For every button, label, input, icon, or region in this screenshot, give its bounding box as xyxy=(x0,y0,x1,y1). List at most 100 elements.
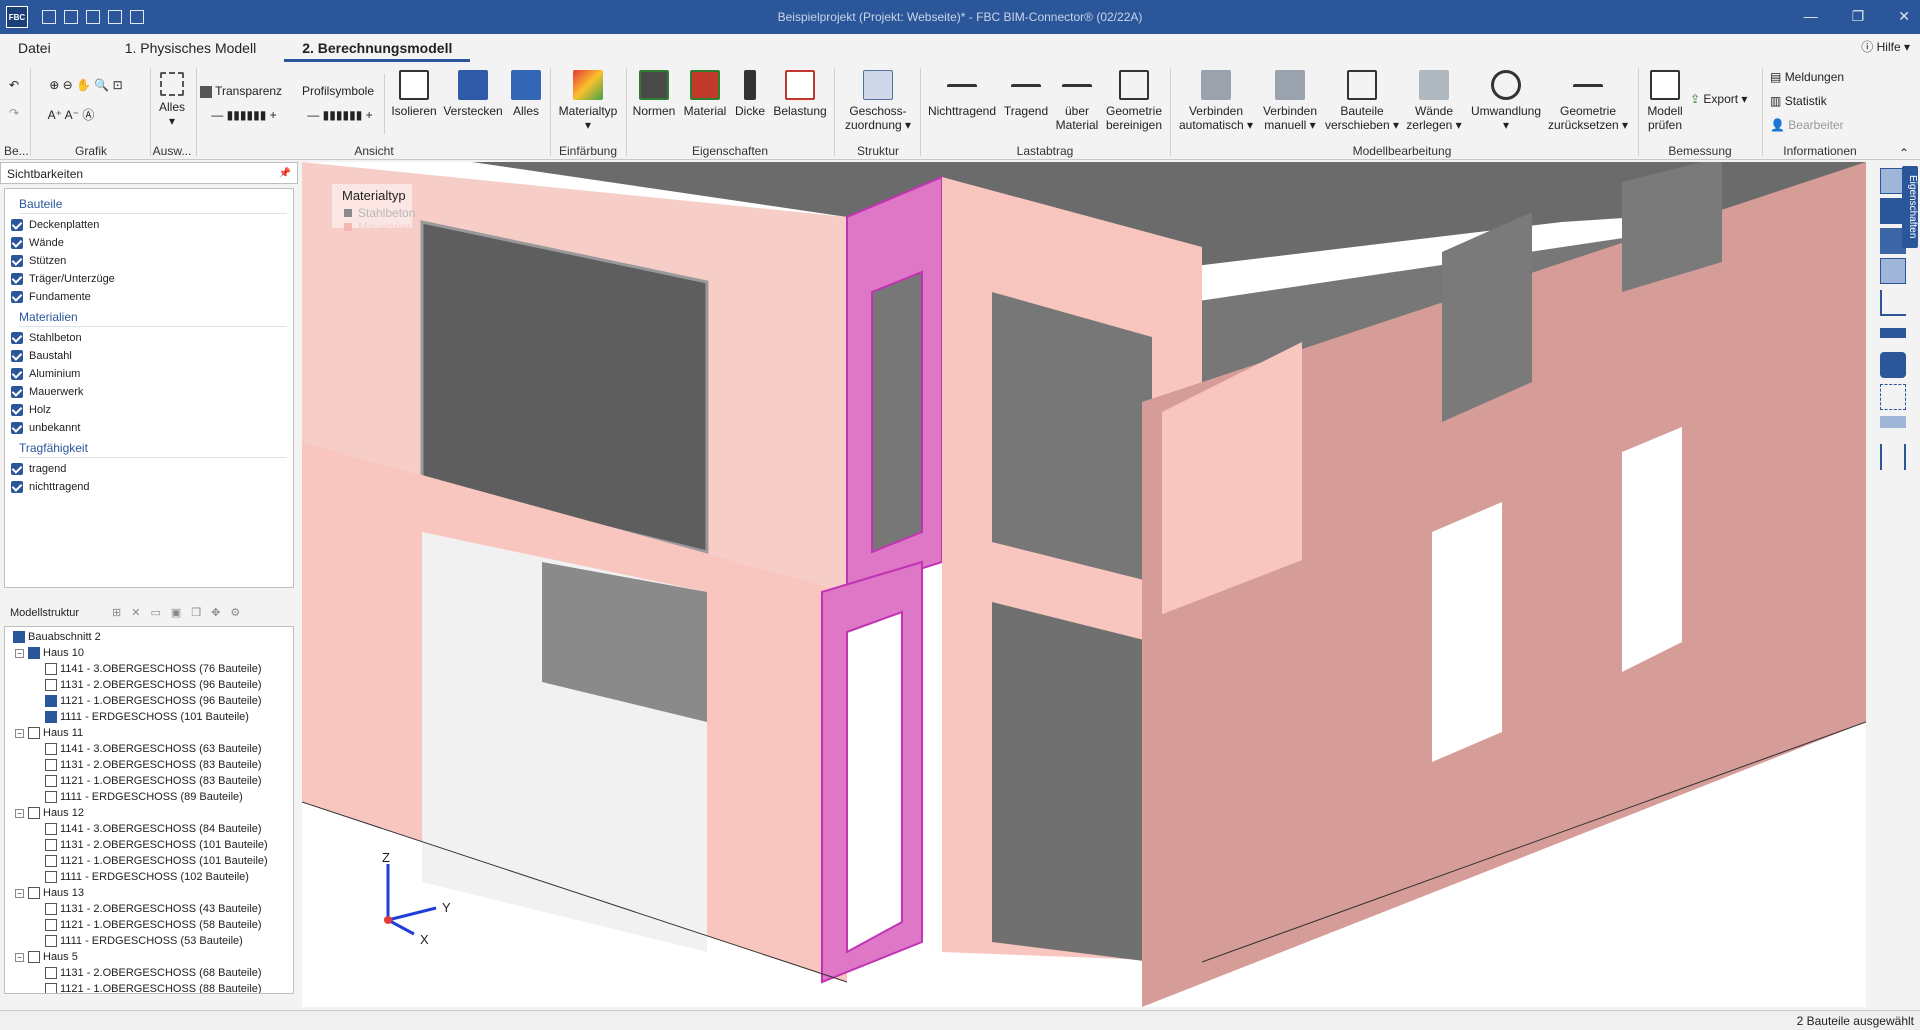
close-icon[interactable]: ✕ xyxy=(1898,8,1910,25)
reset-geometry-button[interactable]: Geometrie zurücksetzen ▾ xyxy=(1546,70,1630,132)
isolate-button[interactable]: Isolieren xyxy=(388,70,440,118)
tree-checkbox[interactable] xyxy=(45,935,57,947)
tree-checkbox[interactable] xyxy=(45,871,57,883)
tree-node-storey[interactable]: 1121 - 1.OBERGESCHOSS (101 Bauteile) xyxy=(9,853,289,869)
visibility-checkbox[interactable]: nichttragend xyxy=(11,478,287,496)
dicke-button[interactable]: Dicke xyxy=(732,70,768,118)
visibility-checkbox[interactable]: Träger/Unterzüge xyxy=(11,270,287,288)
select-all-button[interactable]: Alles ▾ xyxy=(154,72,190,128)
tree-node-storey[interactable]: 1141 - 3.OBERGESCHOSS (76 Bauteile) xyxy=(9,661,289,677)
move-components-button[interactable]: Bauteile verschieben ▾ xyxy=(1322,70,1402,132)
tree-node-house[interactable]: − Haus 10 xyxy=(9,645,289,661)
undo-icon[interactable] xyxy=(108,10,122,24)
connect-manual-button[interactable]: Verbinden manuell ▾ xyxy=(1258,70,1322,132)
visibility-checkbox[interactable]: Aluminium xyxy=(11,365,287,383)
new-file-icon[interactable] xyxy=(42,10,56,24)
tree-checkbox[interactable] xyxy=(45,711,57,723)
checkbox-checked-icon[interactable] xyxy=(11,219,23,231)
tree-checkbox[interactable] xyxy=(45,967,57,979)
checkbox-checked-icon[interactable] xyxy=(11,332,23,344)
tree-node-storey[interactable]: 1111 - ERDGESCHOSS (53 Bauteile) xyxy=(9,933,289,949)
tree-node-storey[interactable]: 1121 - 1.OBERGESCHOSS (96 Bauteile) xyxy=(9,693,289,709)
tree-checkbox[interactable] xyxy=(45,983,57,993)
save-icon[interactable] xyxy=(86,10,100,24)
font-increase-icon[interactable]: A⁺ xyxy=(48,108,62,122)
zoom-icon[interactable]: 🔍 xyxy=(94,78,109,92)
tab-berechnungsmodell[interactable]: 2. Berechnungsmodell xyxy=(284,34,471,62)
redo-icon[interactable] xyxy=(130,10,144,24)
visibility-checkbox[interactable]: Stahlbeton xyxy=(11,329,287,347)
ruler-icon[interactable] xyxy=(1880,328,1906,338)
tree-checkbox[interactable] xyxy=(45,903,57,915)
zoom-fit-icon[interactable]: ⊡ xyxy=(113,78,123,92)
connect-auto-button[interactable]: Verbinden automatisch ▾ xyxy=(1174,70,1258,132)
transparency-slider[interactable]: — ▮▮▮▮▮▮ + xyxy=(206,108,282,122)
undo-button[interactable]: ↶ xyxy=(6,78,22,92)
tree-checkbox[interactable] xyxy=(45,759,57,771)
tree-checkbox[interactable] xyxy=(45,839,57,851)
tree-node-house[interactable]: − Haus 5 xyxy=(9,949,289,965)
collapse-icon[interactable]: − xyxy=(15,728,24,738)
tree-node-storey[interactable]: 1121 - 1.OBERGESCHOSS (83 Bauteile) xyxy=(9,773,289,789)
pin-icon[interactable]: 📌 xyxy=(279,163,291,185)
visibility-checkbox[interactable]: Holz xyxy=(11,401,287,419)
visibility-checkbox[interactable]: Baustahl xyxy=(11,347,287,365)
tree-node-house[interactable]: − Haus 11 xyxy=(9,725,289,741)
normen-button[interactable]: Normen xyxy=(630,70,678,118)
tree-node-storey[interactable]: 1111 - ERDGESCHOSS (89 Bauteile) xyxy=(9,789,289,805)
visibility-checkbox[interactable]: unbekannt xyxy=(11,419,287,437)
delete-icon[interactable]: ✕ xyxy=(131,607,150,619)
checkbox-checked-icon[interactable] xyxy=(11,237,23,249)
profile-symbols-button[interactable]: Profilsymbole xyxy=(298,84,378,98)
tree-node-storey[interactable]: 1111 - ERDGESCHOSS (101 Bauteile) xyxy=(9,709,289,725)
tab-datei[interactable]: Datei xyxy=(0,34,69,62)
editor-button[interactable]: 👤 Bearbeiter xyxy=(1770,118,1870,132)
tree-node-storey[interactable]: 1141 - 3.OBERGESCHOSS (84 Bauteile) xyxy=(9,821,289,837)
tree-checkbox[interactable] xyxy=(45,791,57,803)
hide-button[interactable]: Verstecken xyxy=(440,70,506,118)
measure-angle-icon[interactable] xyxy=(1880,290,1906,316)
profile-symbols-slider[interactable]: — ▮▮▮▮▮▮ + xyxy=(302,108,378,122)
tree-node-storey[interactable]: 1131 - 2.OBERGESCHOSS (96 Bauteile) xyxy=(9,677,289,693)
collapse-icon[interactable]: − xyxy=(15,808,24,818)
tab-physisches-modell[interactable]: 1. Physisches Modell xyxy=(107,34,275,62)
building-model-view[interactable]: Materialtyp Stahlbeton Mauerwerk Z Y X xyxy=(302,162,1866,1007)
tree-node-storey[interactable]: 1111 - ERDGESCHOSS (102 Bauteile) xyxy=(9,869,289,885)
collapse-icon[interactable]: − xyxy=(15,888,24,898)
tree-node-storey[interactable]: 1131 - 2.OBERGESCHOSS (83 Bauteile) xyxy=(9,757,289,773)
zoom-out-icon[interactable]: ⊖ xyxy=(63,78,73,92)
collapse-icon[interactable]: − xyxy=(15,952,24,962)
move-icon[interactable]: ✥ xyxy=(211,607,230,619)
checkbox-checked-icon[interactable] xyxy=(11,255,23,267)
visibility-checkbox[interactable]: tragend xyxy=(11,460,287,478)
tree-node-storey[interactable]: 1131 - 2.OBERGESCHOSS (101 Bauteile) xyxy=(9,837,289,853)
tree-checkbox[interactable] xyxy=(28,807,40,819)
tree-checkbox[interactable] xyxy=(28,887,40,899)
redo-button[interactable]: ↷ xyxy=(6,106,22,120)
maximize-icon[interactable]: ❐ xyxy=(1852,8,1865,25)
tree-checkbox[interactable] xyxy=(13,631,25,643)
storey-assignment-button[interactable]: Geschoss- zuordnung ▾ xyxy=(840,70,916,132)
check-model-button[interactable]: Modell prüfen xyxy=(1642,70,1688,132)
visibility-checkbox[interactable]: Wände xyxy=(11,234,287,252)
tree-checkbox[interactable] xyxy=(45,743,57,755)
non-bearing-button[interactable]: Nichttragend xyxy=(924,70,1000,118)
transparency-button[interactable]: Transparenz xyxy=(200,84,290,98)
tree-checkbox[interactable] xyxy=(45,823,57,835)
material-type-button[interactable]: Materialtyp ▾ xyxy=(554,70,622,132)
tree-checkbox[interactable] xyxy=(28,647,40,659)
edit-icon[interactable]: ▭ xyxy=(150,607,170,619)
font-decrease-icon[interactable]: A⁻ xyxy=(65,108,79,122)
checkbox-checked-icon[interactable] xyxy=(11,368,23,380)
belastung-button[interactable]: Belastung xyxy=(770,70,830,118)
collapse-icon[interactable]: − xyxy=(15,648,24,658)
checkbox-checked-icon[interactable] xyxy=(11,422,23,434)
text-icon[interactable]: Ⓐ xyxy=(82,108,94,122)
section-icon[interactable] xyxy=(1880,416,1906,428)
tree-checkbox[interactable] xyxy=(45,855,57,867)
grid-icon[interactable] xyxy=(1880,384,1906,410)
tree-node-storey[interactable]: 1121 - 1.OBERGESCHOSS (58 Bauteile) xyxy=(9,917,289,933)
open-folder-icon[interactable] xyxy=(64,10,78,24)
tree-node-storey[interactable]: 1141 - 3.OBERGESCHOSS (63 Bauteile) xyxy=(9,741,289,757)
pan-icon[interactable]: ✋ xyxy=(76,78,91,92)
